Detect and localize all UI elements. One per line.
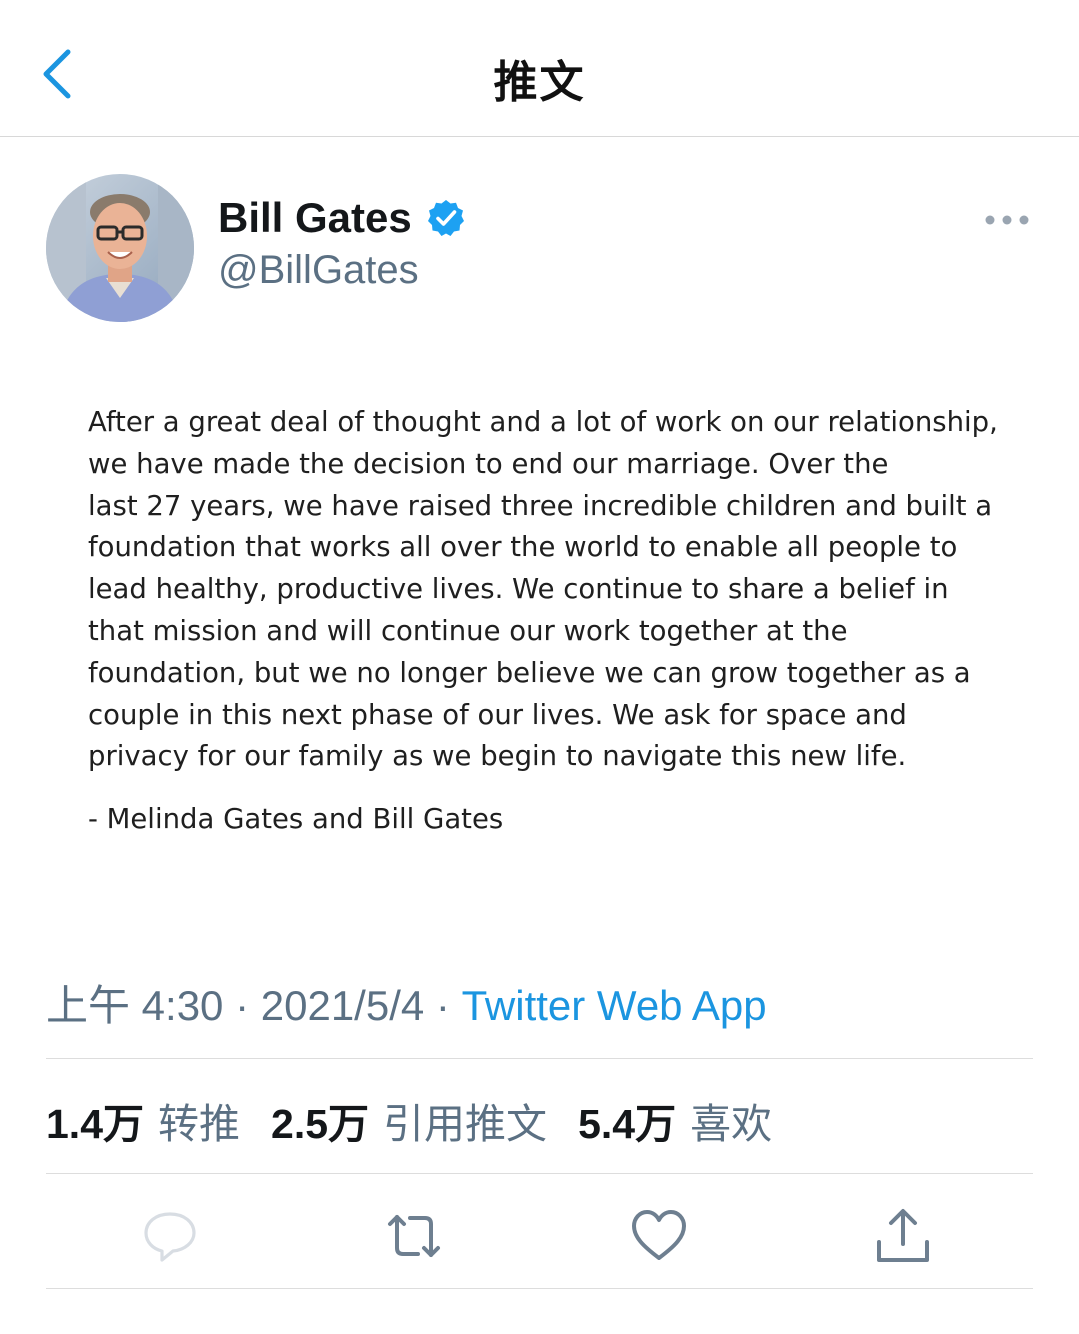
stat-label: 转推 [158, 1100, 240, 1148]
tweet-stats: 1.4万 转推 2.5万 引用推文 5.4万 喜欢 [46, 1090, 790, 1150]
stat-count: 2.5 [271, 1101, 329, 1147]
stat-unit: 万 [103, 1100, 144, 1148]
author-name-row[interactable]: Bill Gates [218, 194, 466, 242]
stat-count: 5.4 [578, 1101, 636, 1147]
quote-tweets-stat[interactable]: 2.5万 引用推文 [271, 1100, 547, 1148]
share-icon[interactable] [873, 1206, 933, 1266]
stat-count: 1.4 [46, 1101, 103, 1147]
like-icon[interactable] [629, 1206, 689, 1266]
divider [46, 1173, 1033, 1174]
tweet-time: 上午 4:30 [46, 982, 224, 1029]
author-name: Bill Gates [218, 194, 412, 241]
likes-stat[interactable]: 5.4万 喜欢 [578, 1100, 772, 1148]
meta-separator: · [223, 982, 261, 1029]
tweet-meta: 上午 4:30 · 2021/5/4 · Twitter Web App [46, 972, 767, 1033]
avatar[interactable] [46, 174, 194, 322]
verified-badge-icon [426, 198, 466, 238]
retweets-stat[interactable]: 1.4万 转推 [46, 1100, 240, 1148]
author-handle[interactable]: @BillGates [218, 248, 419, 293]
page-title: 推文 [493, 57, 586, 108]
meta-separator: · [424, 982, 462, 1029]
retweet-icon[interactable] [384, 1206, 444, 1266]
divider [46, 1058, 1033, 1059]
tweet-date: 2021/5/4 [260, 982, 425, 1029]
tweet-statement-text: After a great deal of thought and a lot … [88, 406, 998, 773]
more-horizontal-icon[interactable] [984, 205, 1030, 235]
stat-unit: 万 [635, 1100, 677, 1148]
divider [46, 1288, 1033, 1289]
stat-label: 引用推文 [383, 1100, 548, 1148]
top-nav-bar: 推文 [0, 0, 1079, 137]
stat-label: 喜欢 [690, 1100, 773, 1148]
stat-unit: 万 [328, 1100, 370, 1148]
tweet-source-link[interactable]: Twitter Web App [462, 982, 767, 1029]
tweet-statement-signature: - Melinda Gates and Bill Gates [88, 803, 504, 835]
reply-icon[interactable] [140, 1206, 200, 1266]
